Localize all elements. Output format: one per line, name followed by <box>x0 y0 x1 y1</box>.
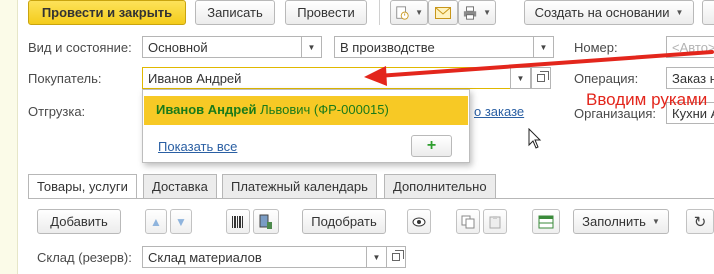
tab-goods-services[interactable]: Товары, услуги <box>28 174 137 199</box>
buyer-autocomplete-popup: Иванов Андрей Львович (ФР-000015) Показа… <box>142 89 470 163</box>
pick-button[interactable]: Подобрать <box>302 209 386 234</box>
item-rest-text: Львович (ФР-000015) <box>256 102 389 117</box>
mouse-cursor-icon <box>528 128 542 149</box>
refresh-icon: ↻ <box>693 213 707 231</box>
fill-label: Заполнить <box>582 214 646 229</box>
warehouse-open-button[interactable] <box>386 246 406 268</box>
fill-button[interactable]: Заполнить ▼ <box>573 209 669 234</box>
tab-divider <box>28 198 714 199</box>
refresh-button[interactable]: ↻ <box>686 209 714 234</box>
chevron-down-icon: ▼ <box>372 252 381 262</box>
add-new-button[interactable]: + <box>411 135 452 157</box>
move-down-button[interactable]: ▼ <box>170 209 192 234</box>
barcode-button[interactable] <box>226 209 250 234</box>
show-button[interactable] <box>407 209 431 234</box>
copy-icon <box>461 215 475 228</box>
show-all-link[interactable]: Показать все <box>158 139 237 154</box>
chevron-down-icon: ▼ <box>651 217 660 226</box>
eye-icon <box>412 217 426 226</box>
warehouse-field[interactable]: Склад материалов <box>142 246 368 268</box>
plus-icon: + <box>426 137 437 154</box>
tab-payment-calendar[interactable]: Платежный календарь <box>222 174 377 198</box>
scanner-icon <box>259 214 272 229</box>
paste-button[interactable] <box>483 209 507 234</box>
tab-delivery[interactable]: Доставка <box>143 174 217 198</box>
scanner-button[interactable] <box>253 209 279 234</box>
warehouse-label: Склад (резерв): <box>37 250 132 265</box>
table-green-icon <box>538 215 554 228</box>
table-edit-button[interactable] <box>532 209 560 234</box>
arrow-down-icon: ▼ <box>175 214 187 229</box>
move-up-button[interactable]: ▲ <box>145 209 167 234</box>
tab-additional[interactable]: Дополнительно <box>384 174 496 198</box>
warehouse-dropdown-button[interactable]: ▼ <box>366 246 387 268</box>
copy-button[interactable] <box>456 209 480 234</box>
autocomplete-item[interactable]: Иванов Андрей Львович (ФР-000015) <box>144 96 468 125</box>
annotation-text: Вводим руками <box>586 90 708 109</box>
barcode-icon <box>232 215 243 228</box>
add-row-button[interactable]: Добавить <box>37 209 121 234</box>
paste-icon <box>489 215 501 228</box>
arrow-up-icon: ▲ <box>150 214 162 229</box>
match-text: Иванов Андрей <box>156 102 257 117</box>
open-window-icon <box>392 250 404 261</box>
